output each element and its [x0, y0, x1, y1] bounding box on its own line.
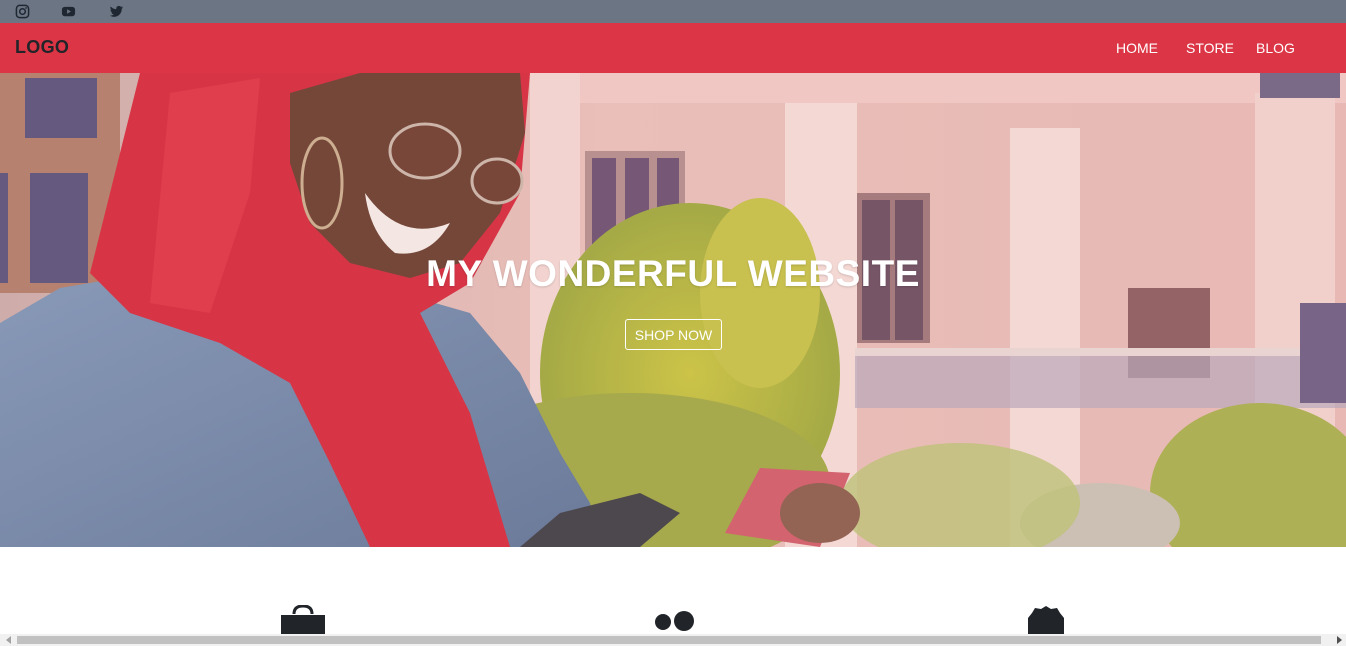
shop-now-button[interactable]: SHOP NOW: [625, 319, 722, 350]
hero-title: MY WONDERFUL WEBSITE: [426, 253, 920, 294]
hero-background-image: [0, 73, 1346, 547]
nav-link-store[interactable]: STORE: [1186, 40, 1234, 56]
features-section: [0, 547, 1346, 635]
social-bar: [0, 0, 1346, 23]
navbar: LOGO HOME STORE BLOG: [0, 23, 1346, 73]
hero-banner: MY WONDERFUL WEBSITE SHOP NOW: [0, 73, 1346, 547]
nav-link-blog[interactable]: BLOG: [1256, 40, 1295, 56]
scrollbar-thumb[interactable]: [17, 636, 1321, 644]
horizontal-scrollbar[interactable]: [0, 634, 1346, 646]
scroll-right-arrow-icon[interactable]: [1333, 636, 1345, 644]
logo[interactable]: LOGO: [15, 37, 69, 58]
twitter-icon[interactable]: [108, 3, 124, 19]
youtube-icon[interactable]: [60, 3, 76, 19]
nav-link-home[interactable]: HOME: [1116, 40, 1158, 56]
instagram-icon[interactable]: [14, 3, 30, 19]
scroll-left-arrow-icon[interactable]: [3, 636, 15, 644]
